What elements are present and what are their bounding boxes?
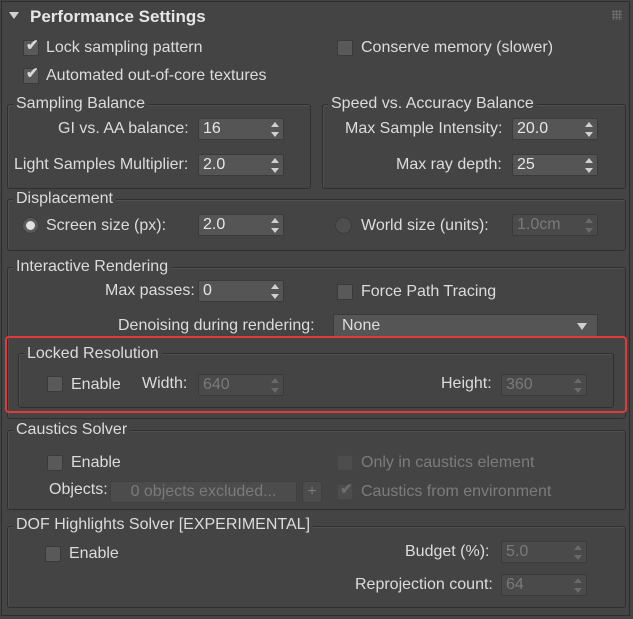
dof-solver-title: DOF Highlights Solver [EXPERIMENTAL] bbox=[13, 516, 314, 534]
force-path-label: Force Path Tracing bbox=[361, 283, 497, 300]
max-intensity-value[interactable]: 20.0 bbox=[517, 120, 548, 138]
screen-size-radio[interactable] bbox=[22, 217, 39, 234]
max-intensity-spinner[interactable]: 20.0 bbox=[512, 118, 598, 140]
spinner-arrows-icon[interactable] bbox=[271, 158, 279, 173]
conserve-memory-label: Conserve memory (slower) bbox=[361, 39, 554, 56]
spinner-arrows-icon[interactable] bbox=[585, 218, 593, 233]
light-mult-label: Light Samples Multiplier: bbox=[14, 156, 189, 173]
checkmark-icon: ✔ bbox=[26, 65, 39, 82]
denoise-label: Denoising during rendering: bbox=[118, 317, 315, 334]
max-passes-value[interactable]: 0 bbox=[203, 282, 212, 300]
spinner-arrows-icon[interactable] bbox=[271, 218, 279, 233]
conserve-memory-checkbox[interactable] bbox=[337, 40, 353, 56]
caustics-solver-title: Caustics Solver bbox=[13, 421, 131, 439]
max-passes-label: Max passes: bbox=[105, 282, 195, 299]
spinner-arrows-icon[interactable] bbox=[271, 284, 279, 299]
reprojection-label: Reprojection count: bbox=[355, 576, 493, 593]
budget-value[interactable]: 5.0 bbox=[506, 543, 528, 561]
only-caustics-checkbox[interactable] bbox=[337, 455, 353, 471]
interactive-rendering-title: Interactive Rendering bbox=[13, 258, 172, 276]
only-caustics-label: Only in caustics element bbox=[361, 454, 535, 471]
world-size-label: World size (units): bbox=[361, 217, 489, 234]
chevron-down-icon[interactable] bbox=[577, 323, 587, 330]
dof-enable-label: Enable bbox=[69, 545, 119, 562]
sampling-balance-group bbox=[7, 104, 311, 189]
screen-size-label: Screen size (px): bbox=[46, 217, 167, 234]
screen-size-value[interactable]: 2.0 bbox=[203, 216, 225, 234]
objects-excluded-button[interactable]: 0 objects excluded... bbox=[110, 481, 297, 503]
caustics-enable-label: Enable bbox=[71, 454, 121, 471]
spinner-arrows-icon[interactable] bbox=[585, 122, 593, 137]
spinner-arrows-icon[interactable] bbox=[574, 545, 582, 560]
objects-label: Objects: bbox=[49, 481, 108, 498]
max-depth-value[interactable]: 25 bbox=[517, 156, 535, 174]
gi-aa-value[interactable]: 16 bbox=[203, 120, 221, 138]
grip-icon[interactable] bbox=[612, 10, 622, 20]
speed-accuracy-group bbox=[322, 104, 626, 189]
reprojection-value[interactable]: 64 bbox=[506, 576, 524, 594]
lock-sampling-label: Lock sampling pattern bbox=[46, 39, 203, 56]
world-size-spinner[interactable]: 1.0cm bbox=[512, 214, 598, 236]
spinner-arrows-icon[interactable] bbox=[574, 578, 582, 593]
caustics-env-label: Caustics from environment bbox=[361, 483, 552, 500]
max-passes-spinner[interactable]: 0 bbox=[198, 280, 284, 302]
caustics-env-checkbox[interactable]: ✔ bbox=[337, 481, 353, 500]
caustics-enable-checkbox[interactable] bbox=[47, 455, 63, 471]
speed-accuracy-title: Speed vs. Accuracy Balance bbox=[328, 95, 537, 113]
light-mult-value[interactable]: 2.0 bbox=[203, 156, 225, 174]
dof-enable-checkbox[interactable] bbox=[45, 546, 61, 562]
add-object-button[interactable]: + bbox=[302, 481, 322, 503]
spinner-arrows-icon[interactable] bbox=[271, 122, 279, 137]
checkmark-icon: ✔ bbox=[340, 481, 353, 498]
light-mult-spinner[interactable]: 2.0 bbox=[198, 154, 284, 176]
world-size-radio[interactable] bbox=[335, 217, 352, 234]
highlight-box bbox=[5, 336, 627, 413]
collapse-triangle-icon[interactable] bbox=[9, 12, 19, 19]
gi-aa-spinner[interactable]: 16 bbox=[198, 118, 284, 140]
max-depth-label: Max ray depth: bbox=[396, 156, 502, 173]
max-intensity-label: Max Sample Intensity: bbox=[345, 120, 503, 137]
force-path-checkbox[interactable] bbox=[337, 284, 353, 300]
sampling-balance-title: Sampling Balance bbox=[13, 95, 148, 113]
denoise-value: None bbox=[342, 317, 381, 334]
max-depth-spinner[interactable]: 25 bbox=[512, 154, 598, 176]
rollout-title[interactable]: Performance Settings bbox=[30, 7, 206, 27]
out-of-core-label: Automated out-of-core textures bbox=[46, 67, 267, 84]
lock-sampling-checkbox[interactable]: ✔ bbox=[23, 37, 39, 56]
out-of-core-checkbox[interactable]: ✔ bbox=[23, 65, 39, 84]
spinner-arrows-icon[interactable] bbox=[585, 158, 593, 173]
gi-aa-label: GI vs. AA balance: bbox=[58, 120, 189, 137]
checkmark-icon: ✔ bbox=[26, 37, 39, 54]
denoise-dropdown[interactable]: None bbox=[333, 314, 598, 338]
reprojection-spinner[interactable]: 64 bbox=[501, 574, 587, 596]
displacement-title: Displacement bbox=[13, 190, 116, 208]
screen-size-spinner[interactable]: 2.0 bbox=[198, 214, 284, 236]
world-size-value[interactable]: 1.0cm bbox=[517, 216, 561, 234]
budget-label: Budget (%): bbox=[405, 543, 490, 560]
budget-spinner[interactable]: 5.0 bbox=[501, 541, 587, 563]
